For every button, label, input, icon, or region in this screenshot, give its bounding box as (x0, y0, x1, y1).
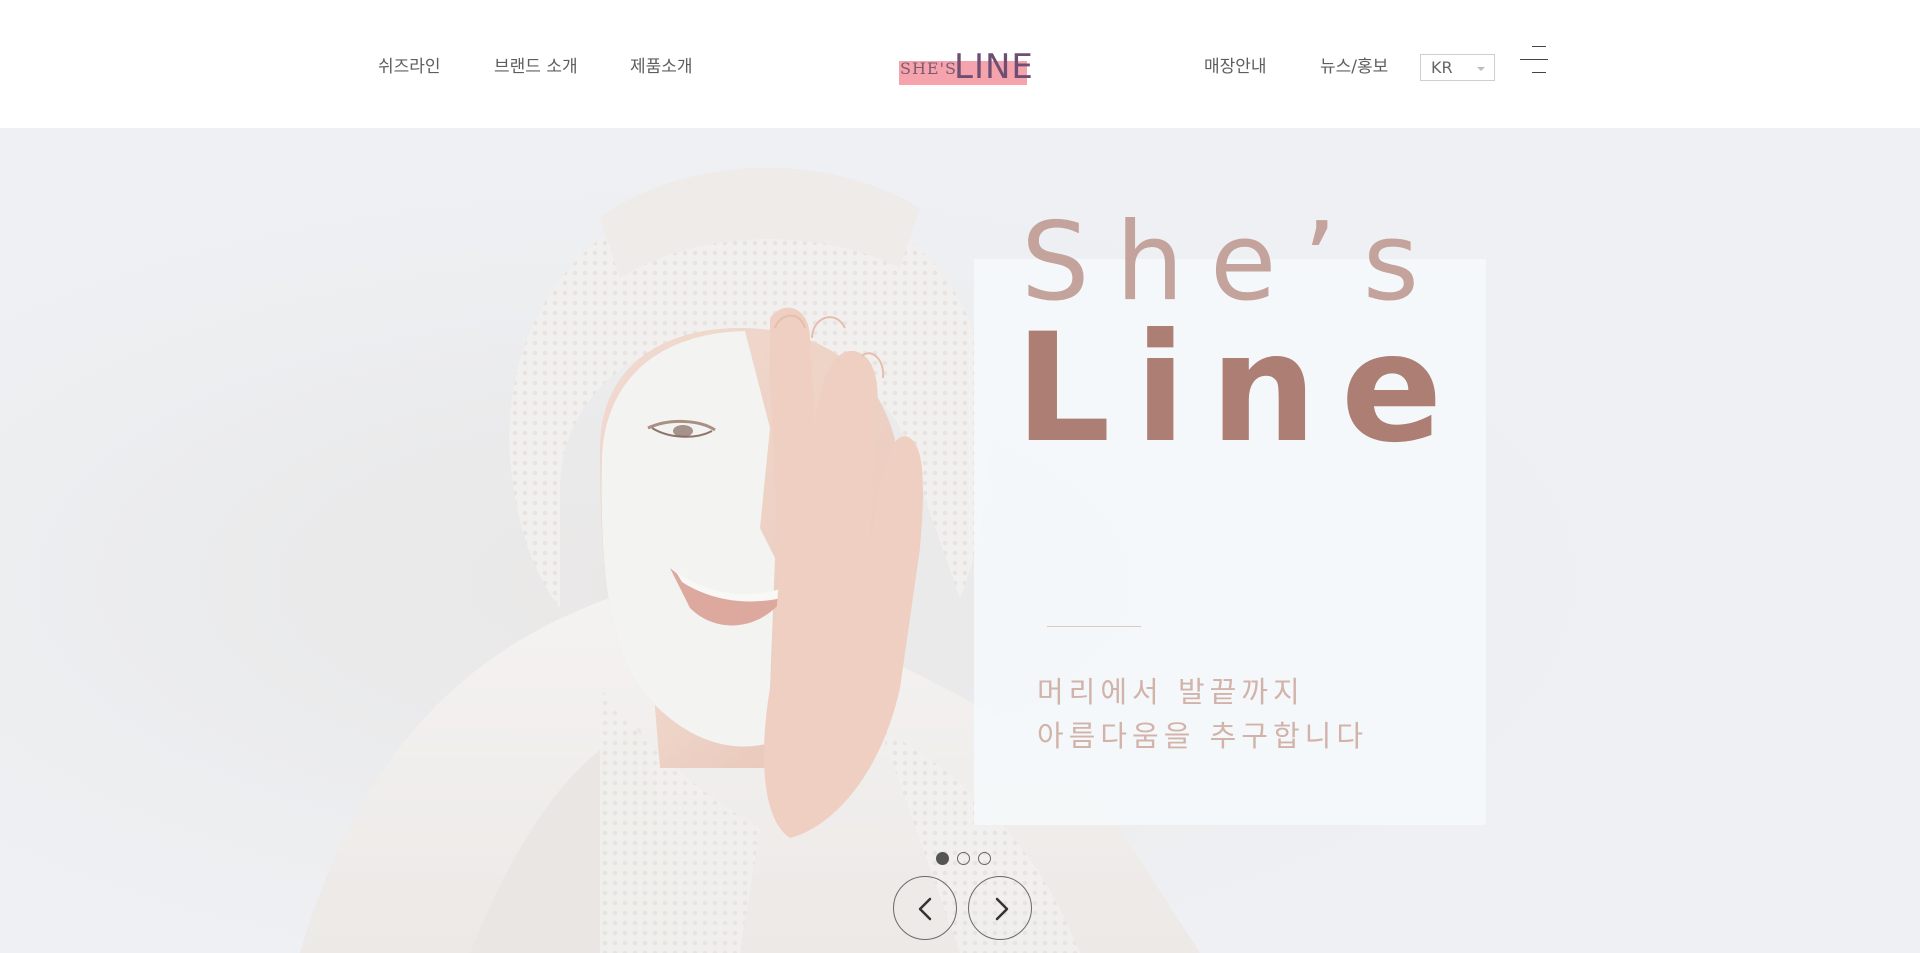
language-selected-value: KR (1431, 58, 1453, 77)
chevron-right-icon (995, 897, 1009, 921)
hero-slider (0, 128, 1920, 953)
chevron-left-icon (918, 897, 932, 921)
chevron-down-icon (1477, 67, 1485, 71)
hero-title-top: She’s (1021, 200, 1446, 325)
hero-photo-woman-with-face-mask (0, 128, 1920, 953)
nav-item-sheline[interactable]: 쉬즈라인 (378, 52, 441, 77)
nav-item-news[interactable]: 뉴스/홍보 (1320, 52, 1388, 77)
logo-small-text: SHE'S (900, 59, 957, 78)
slider-dot-1[interactable] (936, 852, 949, 865)
slider-next-button[interactable] (968, 876, 1032, 940)
language-select[interactable]: KR (1420, 54, 1495, 81)
hero-subtitle-line2: 아름다움을 추구합니다 (1037, 719, 1369, 753)
site-logo[interactable]: SHE'S LINE (899, 47, 1033, 87)
hero-divider (1047, 626, 1141, 627)
slider-dot-3[interactable] (978, 852, 991, 865)
logo-big-text: LINE (954, 47, 1034, 87)
nav-item-store-locator[interactable]: 매장안내 (1204, 52, 1267, 77)
hamburger-menu-icon[interactable] (1518, 46, 1550, 78)
site-header: 쉬즈라인 브랜드 소개 제품소개 SHE'S LINE 매장안내 뉴스/홍보 K… (0, 0, 1920, 128)
slider-prev-button[interactable] (893, 876, 957, 940)
nav-item-products[interactable]: 제품소개 (630, 52, 693, 77)
hero-title-main: Line (1015, 302, 1467, 476)
slider-dot-2[interactable] (957, 852, 970, 865)
hero-subtitle-line1: 머리에서 발끝까지 (1037, 675, 1305, 709)
nav-item-brand-intro[interactable]: 브랜드 소개 (494, 52, 578, 77)
